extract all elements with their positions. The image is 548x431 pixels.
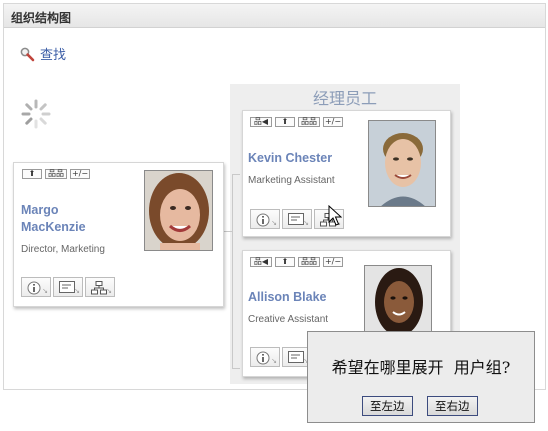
loading-spinner-icon [21, 99, 51, 129]
group-title: 经理员工 [312, 89, 377, 108]
panel-title: 组织结构图 [11, 11, 72, 25]
expand-tree-button[interactable]: 品品 [298, 257, 320, 267]
contact-card-button[interactable]: ↘ [282, 209, 312, 229]
person-name[interactable]: Margo MacKenzie [21, 202, 86, 236]
person-photo [364, 265, 432, 339]
person-photo [144, 170, 213, 251]
person-title: Marketing Assistant [248, 175, 335, 186]
org-chart-icon [91, 281, 107, 295]
info-button[interactable]: ↘ [250, 209, 280, 229]
toggle-button[interactable]: +/− [323, 117, 343, 127]
expand-right-button[interactable]: 至右边 [427, 396, 478, 416]
org-tree-button[interactable]: ↘ [85, 277, 115, 297]
info-button[interactable]: ↘ [250, 347, 280, 367]
magnifier-icon [20, 47, 35, 62]
employee-card[interactable]: 品◀ ⬆ 品品 +/− Kevin Chester Marketing Assi… [242, 110, 451, 237]
contact-card-button[interactable]: ↘ [53, 277, 83, 297]
panel-header: 组织结构图 [4, 4, 545, 28]
person-name[interactable]: Allison Blake [248, 289, 327, 306]
info-icon [27, 281, 41, 295]
up-level-button[interactable]: ⬆ [22, 169, 42, 179]
search-label: 查找 [40, 48, 67, 63]
connector-bracket [232, 174, 240, 369]
connector-line [224, 231, 232, 232]
back-to-manager-button[interactable]: 品◀ [250, 117, 272, 127]
back-to-manager-button[interactable]: 品◀ [250, 257, 272, 267]
dialog-question: 希望在哪里展开 用户组? [331, 358, 511, 377]
up-level-button[interactable]: ⬆ [275, 257, 295, 267]
info-icon [256, 213, 270, 227]
vcard-icon [288, 351, 304, 363]
person-title: Creative Assistant [248, 314, 329, 325]
expand-direction-dialog: 希望在哪里展开 用户组? 至左边 至右边 [307, 331, 535, 423]
manager-card[interactable]: ⬆ 品品 +/− Margo MacKenzie Director, Marke… [13, 162, 224, 307]
expand-tree-button[interactable]: 品品 [298, 117, 320, 127]
person-title: Director, Marketing [21, 244, 105, 255]
name-first-line: Margo [21, 203, 59, 217]
mouse-cursor-icon [328, 205, 342, 226]
search-link[interactable]: 查找 [20, 44, 66, 63]
expand-left-button[interactable]: 至左边 [362, 396, 413, 416]
person-name[interactable]: Kevin Chester [248, 150, 332, 167]
person-photo [368, 120, 436, 207]
info-icon [256, 351, 270, 365]
toggle-button[interactable]: +/− [70, 169, 90, 179]
info-button[interactable]: ↘ [21, 277, 51, 297]
vcard-icon [288, 213, 304, 225]
toggle-button[interactable]: +/− [323, 257, 343, 267]
expand-tree-button[interactable]: 品品 [45, 169, 67, 179]
up-level-button[interactable]: ⬆ [275, 117, 295, 127]
vcard-icon [59, 281, 75, 293]
name-second-line: MacKenzie [21, 220, 86, 234]
